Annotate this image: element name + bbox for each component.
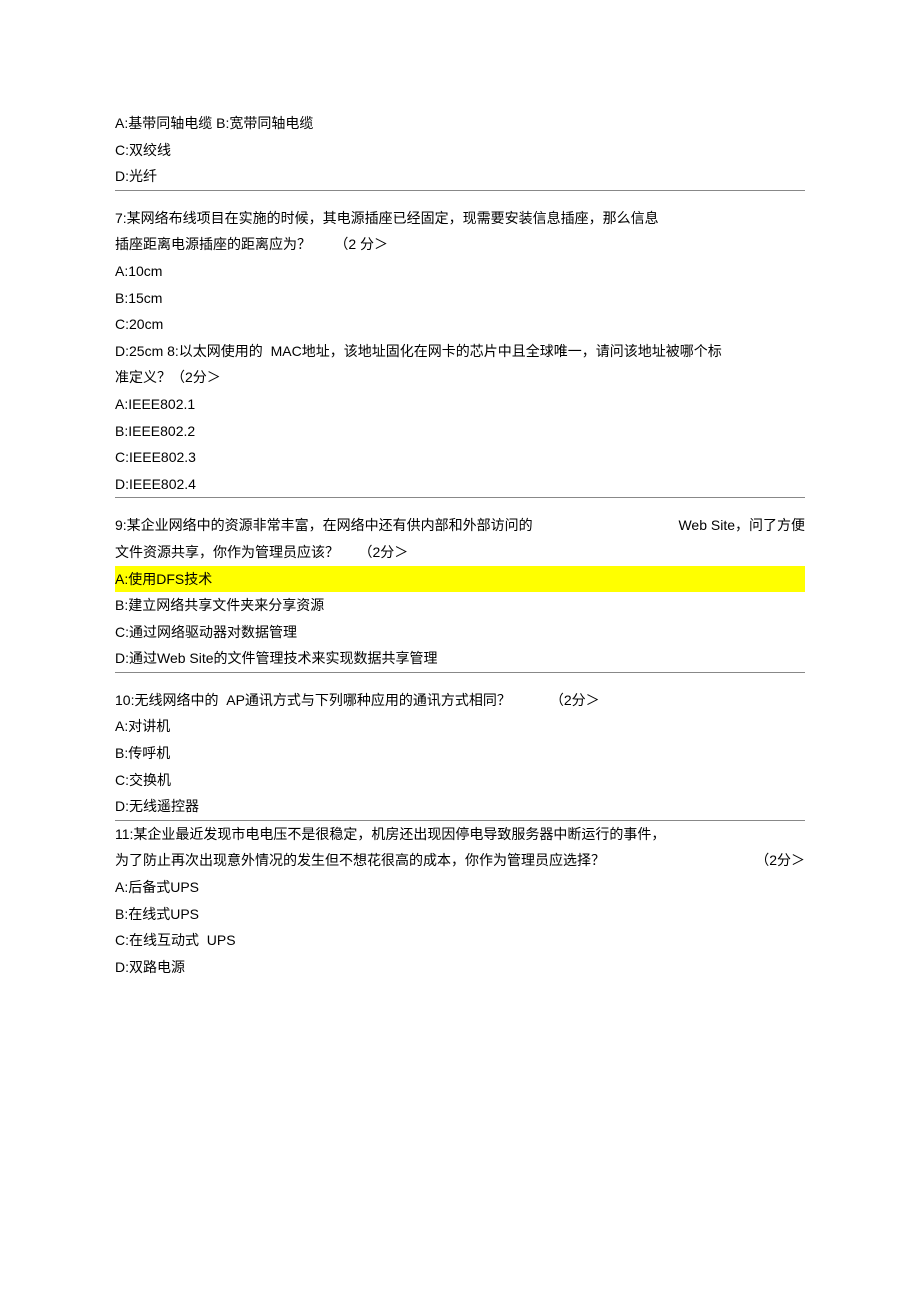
q7-opt-a: A:10cm <box>115 258 805 285</box>
q11-text2-left: 为了防止再次出现意外情况的发生但不想花很高的成本，你作为管理员应选择？ <box>115 847 605 874</box>
q7-text2: 插座距离电源插座的距离应为？ （2 分＞ <box>115 231 805 258</box>
q7-opt-c: C:20cm <box>115 311 805 338</box>
q6-opt-ab: A:基带同轴电缆 B:宽带同轴电缆 <box>115 110 805 137</box>
q6-opt-d: D:光纤 <box>115 163 805 191</box>
q11-opt-c: C:在线互动式 UPS <box>115 927 805 954</box>
q6-opt-c: C:双绞线 <box>115 137 805 164</box>
q11-opt-b: B:在线式UPS <box>115 901 805 928</box>
q10-opt-a: A:对讲机 <box>115 713 805 740</box>
q10-opt-d: D:无线遥控器 <box>115 793 805 821</box>
q11-text1: 11:某企业最近发现市电电压不是很稳定，机房还出现因停电导致服务器中断运行的事件… <box>115 821 805 848</box>
q11-opt-a: A:后备式UPS <box>115 874 805 901</box>
q9-opt-c: C:通过网络驱动器对数据管理 <box>115 619 805 646</box>
q9-text1: 9:某企业网络中的资源非常丰富，在网络中还有供内部和外部访问的 Web Site… <box>115 512 805 539</box>
q8-opt-b: B:IEEE802.2 <box>115 418 805 445</box>
document-page: A:基带同轴电缆 B:宽带同轴电缆 C:双绞线 D:光纤 7:某网络布线项目在实… <box>0 0 920 1280</box>
q8-opt-c: C:IEEE802.3 <box>115 444 805 471</box>
q8-opt-d: D:IEEE802.4 <box>115 471 805 499</box>
q9-text1-right: Web Site，问了方便 <box>648 512 805 539</box>
q7-opt-b: B:15cm <box>115 285 805 312</box>
q8-text2: 准定义？（2分＞ <box>115 364 805 391</box>
q9-opt-b: B:建立网络共享文件夹来分享资源 <box>115 592 805 619</box>
q10-text1: 10:无线网络中的 AP通讯方式与下列哪种应用的通讯方式相同？ （2分＞ <box>115 687 805 714</box>
q9-opt-d: D:通过Web Site的文件管理技术来实现数据共享管理 <box>115 645 805 673</box>
q9-text2: 文件资源共享，你作为管理员应该？ （2分＞ <box>115 539 805 566</box>
q10-opt-b: B:传呼机 <box>115 740 805 767</box>
q11-text2: 为了防止再次出现意外情况的发生但不想花很高的成本，你作为管理员应选择？ （2分＞ <box>115 847 805 874</box>
q11-text2-right: （2分＞ <box>725 847 805 874</box>
q7-text1: 7:某网络布线项目在实施的时候，其电源插座已经固定，现需要安装信息插座，那么信息 <box>115 205 805 232</box>
q9-text1-left: 9:某企业网络中的资源非常丰富，在网络中还有供内部和外部访问的 <box>115 512 533 539</box>
q10-opt-c: C:交换机 <box>115 767 805 794</box>
q8-opt-a: A:IEEE802.1 <box>115 391 805 418</box>
q9-opt-a-highlighted: A:使用DFS技术 <box>115 566 805 593</box>
q11-opt-d: D:双路电源 <box>115 954 805 981</box>
q7-opt-d-q8-text1: D:25cm 8:以太网使用的 MAC地址，该地址固化在网卡的芯片中且全球唯一，… <box>115 338 805 365</box>
